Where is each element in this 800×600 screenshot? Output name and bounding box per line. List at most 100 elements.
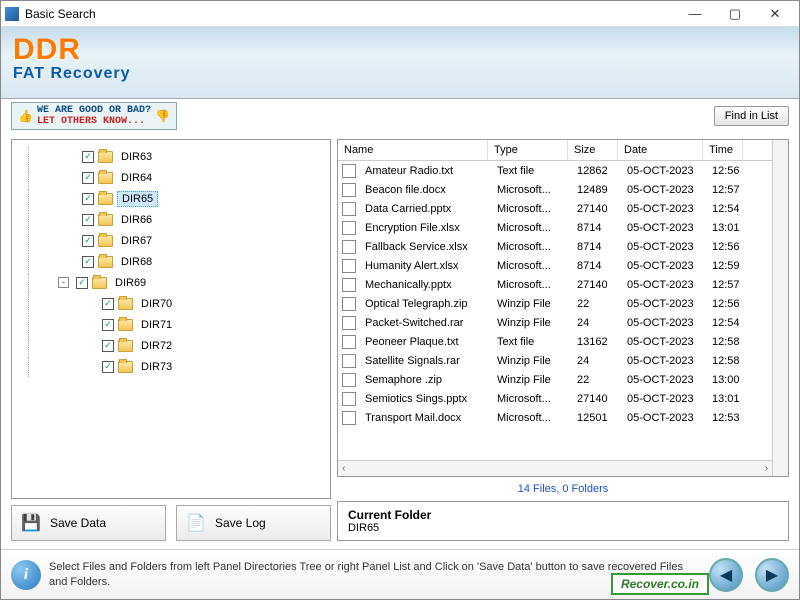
save-data-icon: 💾 <box>20 512 42 534</box>
folder-tree[interactable]: ✓DIR63✓DIR64✓DIR65✓DIR66✓DIR67✓DIR68-✓DI… <box>11 139 331 499</box>
file-time: 13:01 <box>706 393 746 405</box>
col-date[interactable]: Date <box>618 140 703 160</box>
file-row[interactable]: Semiotics Sings.pptxMicrosoft...2714005-… <box>338 389 772 408</box>
file-name: Semiotics Sings.pptx <box>359 393 491 405</box>
vertical-scrollbar[interactable] <box>772 140 788 476</box>
file-date: 05-OCT-2023 <box>621 165 706 177</box>
tree-item-dir70[interactable]: ✓DIR70 <box>14 293 328 314</box>
tree-item-dir64[interactable]: ✓ DIR64 <box>14 167 328 188</box>
file-type: Microsoft... <box>491 279 571 291</box>
file-name: Packet-Switched.rar <box>359 317 491 329</box>
folder-icon <box>98 214 113 226</box>
file-date: 05-OCT-2023 <box>621 260 706 272</box>
col-name[interactable]: Name <box>338 140 488 160</box>
checkbox[interactable]: ✓ <box>102 340 114 352</box>
folder-icon <box>98 172 113 184</box>
tree-item-dir66[interactable]: ✓DIR66 <box>14 209 328 230</box>
file-type: Winzip File <box>491 298 571 310</box>
file-date: 05-OCT-2023 <box>621 412 706 424</box>
checkbox[interactable]: ✓ <box>102 298 114 310</box>
file-type-icon <box>342 278 356 292</box>
file-type-icon <box>342 297 356 311</box>
app-icon <box>5 7 19 21</box>
maximize-button[interactable]: ▢ <box>715 2 755 26</box>
checkbox[interactable]: ✓ <box>82 256 94 268</box>
file-name: Fallback Service.xlsx <box>359 241 491 253</box>
nav-back-button[interactable]: ◀ <box>709 558 743 592</box>
minimize-button[interactable]: — <box>675 2 715 26</box>
file-name: Peoneer Plaque.txt <box>359 336 491 348</box>
checkbox[interactable]: ✓ <box>102 319 114 331</box>
file-row[interactable]: Amateur Radio.txtText file1286205-OCT-20… <box>338 161 772 180</box>
brand-logo: DDR <box>13 33 787 67</box>
file-size: 8714 <box>571 222 621 234</box>
file-time: 13:00 <box>706 374 746 386</box>
footer: i Select Files and Folders from left Pan… <box>1 549 799 599</box>
horizontal-scrollbar[interactable]: ‹› <box>338 460 772 476</box>
tree-item-dir67[interactable]: ✓DIR67 <box>14 230 328 251</box>
file-row[interactable]: Optical Telegraph.zipWinzip File2205-OCT… <box>338 294 772 313</box>
file-type: Text file <box>491 165 571 177</box>
brand-link[interactable]: Recover.co.in <box>611 573 709 595</box>
file-size: 22 <box>571 374 621 386</box>
nav-forward-button[interactable]: ▶ <box>755 558 789 592</box>
main-content: ✓DIR63✓DIR64✓DIR65✓DIR66✓DIR67✓DIR68-✓DI… <box>1 133 799 549</box>
file-type-icon <box>342 392 356 406</box>
tree-item-dir72[interactable]: ✓DIR72 <box>14 335 328 356</box>
expander-icon[interactable]: - <box>58 277 69 288</box>
file-type-icon <box>342 183 356 197</box>
file-row[interactable]: Data Carried.pptxMicrosoft...2714005-OCT… <box>338 199 772 218</box>
file-type: Winzip File <box>491 374 571 386</box>
tree-item-dir68[interactable]: ✓DIR68 <box>14 251 328 272</box>
checkbox[interactable]: ✓ <box>82 193 94 205</box>
tree-item-dir69[interactable]: -✓DIR69 <box>14 272 328 293</box>
file-row[interactable]: Beacon file.docxMicrosoft...1248905-OCT-… <box>338 180 772 199</box>
feedback-banner[interactable]: 👍 WE ARE GOOD OR BAD? LET OTHERS KNOW...… <box>11 102 177 130</box>
file-row[interactable]: Encryption File.xlsxMicrosoft...871405-O… <box>338 218 772 237</box>
tree-item-dir71[interactable]: ✓DIR71 <box>14 314 328 335</box>
tree-item-dir65[interactable]: ✓ DIR65 <box>14 188 328 209</box>
file-size: 22 <box>571 298 621 310</box>
file-size: 27140 <box>571 393 621 405</box>
file-row[interactable]: Humanity Alert.xlsxMicrosoft...871405-OC… <box>338 256 772 275</box>
checkbox[interactable]: ✓ <box>82 172 94 184</box>
file-row[interactable]: Fallback Service.xlsxMicrosoft...871405-… <box>338 237 772 256</box>
save-log-button[interactable]: 📄 Save Log <box>176 505 331 541</box>
file-date: 05-OCT-2023 <box>621 374 706 386</box>
tree-item-dir73[interactable]: ✓DIR73 <box>14 356 328 377</box>
file-time: 12:56 <box>706 165 746 177</box>
file-time: 12:56 <box>706 241 746 253</box>
find-in-list-button[interactable]: Find in List <box>714 106 789 126</box>
file-type: Microsoft... <box>491 203 571 215</box>
file-row[interactable]: Semaphore .zipWinzip File2205-OCT-202313… <box>338 370 772 389</box>
right-panel: Name Type Size Date Time Amateur Radio.t… <box>337 139 789 541</box>
file-type-icon <box>342 316 356 330</box>
col-type[interactable]: Type <box>488 140 568 160</box>
checkbox[interactable]: ✓ <box>82 235 94 247</box>
file-row[interactable]: Mechanically.pptxMicrosoft...2714005-OCT… <box>338 275 772 294</box>
file-type: Winzip File <box>491 355 571 367</box>
file-row[interactable]: Packet-Switched.rarWinzip File2405-OCT-2… <box>338 313 772 332</box>
current-folder-box: Current Folder DIR65 <box>337 501 789 541</box>
file-name: Amateur Radio.txt <box>359 165 491 177</box>
checkbox[interactable]: ✓ <box>76 277 88 289</box>
file-date: 05-OCT-2023 <box>621 298 706 310</box>
file-row[interactable]: Satellite Signals.rarWinzip File2405-OCT… <box>338 351 772 370</box>
col-time[interactable]: Time <box>703 140 743 160</box>
col-size[interactable]: Size <box>568 140 618 160</box>
checkbox[interactable]: ✓ <box>82 151 94 163</box>
file-time: 12:54 <box>706 317 746 329</box>
header-banner: DDR FAT Recovery <box>1 27 799 99</box>
tree-item-dir63[interactable]: ✓DIR63 <box>14 146 328 167</box>
checkbox[interactable]: ✓ <box>102 361 114 373</box>
tree-item-label: DIR65 <box>117 191 158 207</box>
save-data-button[interactable]: 💾 Save Data <box>11 505 166 541</box>
file-rows[interactable]: Amateur Radio.txtText file1286205-OCT-20… <box>338 161 772 460</box>
file-date: 05-OCT-2023 <box>621 355 706 367</box>
file-row[interactable]: Transport Mail.docxMicrosoft...1250105-O… <box>338 408 772 427</box>
app-window: Basic Search — ▢ ✕ DDR FAT Recovery 👍 WE… <box>0 0 800 600</box>
checkbox[interactable]: ✓ <box>82 214 94 226</box>
close-button[interactable]: ✕ <box>755 2 795 26</box>
tree-item-label: DIR64 <box>117 171 156 185</box>
file-row[interactable]: Peoneer Plaque.txtText file1316205-OCT-2… <box>338 332 772 351</box>
